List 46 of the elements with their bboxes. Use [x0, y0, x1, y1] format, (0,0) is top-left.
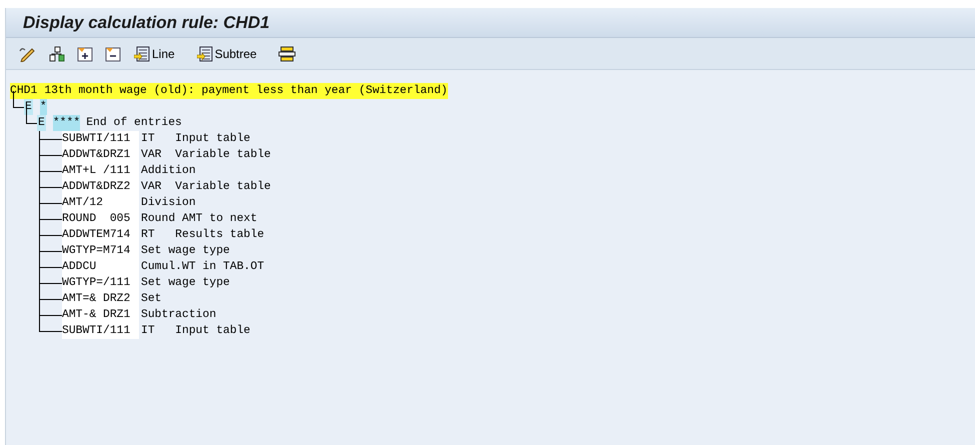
operation-text: VAR Variable table [140, 148, 271, 163]
group-label: * [40, 99, 47, 115]
operation-code[interactable]: AMT+L /111 [62, 163, 139, 179]
pencil-icon [19, 46, 37, 62]
operation-text: VAR Variable table [140, 180, 271, 195]
operation-text: Cumul.WT in TAB.OT [140, 260, 264, 275]
operation-text: Division [140, 196, 196, 211]
toolbar-icon-button[interactable] [276, 46, 297, 62]
operation-code[interactable]: ADDWT&DRZ2 [62, 179, 139, 195]
operation-text: Set [140, 292, 162, 307]
toolbar-icon-button[interactable] [104, 46, 122, 62]
stack-icon [278, 46, 296, 62]
toolbar-icon-button[interactable] [76, 46, 94, 62]
operation-code[interactable]: AMT/12 [62, 195, 139, 211]
operation-text: Round AMT to next [140, 212, 258, 227]
operation-text: IT Input table [140, 132, 250, 147]
operation-code[interactable]: AMT=& DRZ2 [62, 291, 139, 307]
select-icon [196, 46, 213, 62]
toolbar-icon-button[interactable] [48, 46, 66, 62]
operation-code[interactable]: WGTYP=/111 [62, 275, 139, 291]
rule-text: 13th month wage (old): payment less than year (Switzerland) [44, 84, 448, 99]
operation-text: Subtraction [140, 308, 216, 323]
operation-code[interactable]: SUBWTI/111 [62, 323, 139, 339]
operation-text: IT Input table [140, 324, 250, 339]
toolbar-button[interactable]: Line [132, 44, 177, 62]
operation-code[interactable]: ROUND 005 [62, 211, 139, 227]
operation-code[interactable]: SUBWTI/111 [62, 131, 139, 147]
operation-text: RT Results table [140, 228, 264, 243]
operation-text: Set wage type [140, 276, 230, 291]
collapse-icon [105, 46, 121, 62]
operation-code[interactable]: WGTYP=M714 [62, 243, 139, 259]
operation-code[interactable]: ADDWTEM714 [62, 227, 139, 243]
toolbar-button[interactable]: Subtree [194, 44, 259, 62]
window-title: Display calculation rule: CHD1 [23, 12, 270, 34]
operation-code[interactable]: ADDWT&DRZ1 [62, 147, 139, 163]
operation-code[interactable]: ADDCU [62, 259, 139, 275]
operation-text: Set wage type [140, 244, 230, 259]
group-note: End of entries [86, 116, 182, 131]
hierarchy-icon [49, 46, 65, 62]
group-marker[interactable]: E [37, 115, 46, 131]
operation-code[interactable]: AMT-& DRZ1 [62, 307, 139, 323]
rule-code[interactable]: CHD1 [10, 83, 38, 99]
operation-text: Addition [140, 164, 196, 179]
group-label: **** [52, 115, 80, 131]
select-icon [134, 46, 150, 62]
expand-icon [77, 46, 93, 62]
